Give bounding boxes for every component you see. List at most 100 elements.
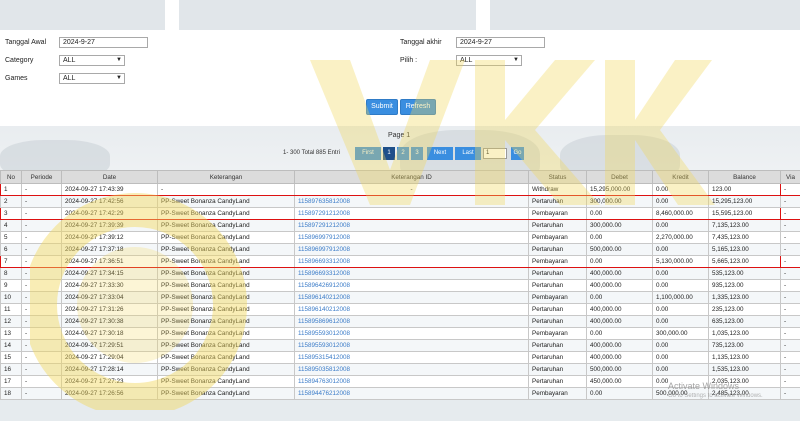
table-cell: Pertaruhan xyxy=(528,279,587,292)
first-page-button[interactable]: First xyxy=(355,147,381,160)
page-2-button[interactable]: 2 xyxy=(397,147,409,160)
category-select[interactable]: ALL ▼ xyxy=(59,55,125,66)
table-cell: - xyxy=(21,291,62,304)
table-cell: 735,123.00 xyxy=(708,339,781,352)
table-cell[interactable]: 115895869612008 xyxy=(294,315,529,328)
table-cell: PP-Sweet Bonanza CandyLand xyxy=(157,207,295,220)
table-cell[interactable]: 115897635812008 xyxy=(294,195,529,208)
refresh-button[interactable]: Refresh xyxy=(400,99,436,115)
games-label: Games xyxy=(5,75,28,82)
table-cell[interactable]: 115896997912008 xyxy=(294,243,529,256)
table-cell: Pertaruhan xyxy=(528,375,587,388)
table-cell: - xyxy=(21,195,62,208)
table-cell: - xyxy=(21,183,62,196)
table-cell: 2024-09-27 17:34:15 xyxy=(61,267,158,280)
table-cell: 0.00 xyxy=(652,363,709,376)
banner-gap xyxy=(476,0,490,30)
table-row: 6-2024-09-27 17:37:18 PP-Sweet Bonanza Ca… xyxy=(0,243,800,256)
table-cell: 5,165,123.00 xyxy=(708,243,781,256)
table-cell[interactable]: 115897291212008 xyxy=(294,219,529,232)
table-cell: 635,123.00 xyxy=(708,315,781,328)
table-cell: 0.00 xyxy=(586,327,653,340)
table-row: 7-2024-09-27 17:36:51 PP-Sweet Bonanza Ca… xyxy=(0,255,800,268)
table-cell: 400,000.00 xyxy=(586,279,653,292)
table-row: 8-2024-09-27 17:34:15 PP-Sweet Bonanza Ca… xyxy=(0,267,800,280)
table-cell[interactable]: 115896140212008 xyxy=(294,303,529,316)
table-cell: 5,130,000.00 xyxy=(652,255,709,268)
table-row: 4-2024-09-27 17:39:39 PP-Sweet Bonanza Ca… xyxy=(0,219,800,232)
table-cell: - xyxy=(21,351,62,364)
table-cell: PP-Sweet Bonanza CandyLand xyxy=(157,255,295,268)
table-cell: 16 xyxy=(0,363,22,376)
table-cell[interactable]: 115895035812008 xyxy=(294,363,529,376)
column-header: No xyxy=(0,170,22,184)
table-cell: Pertaruhan xyxy=(528,315,587,328)
tanggal-akhir-input[interactable]: 2024-9-27 xyxy=(456,37,545,48)
table-cell[interactable]: 115896693312008 xyxy=(294,255,529,268)
table-cell: 15,295,123.00 xyxy=(708,195,781,208)
table-cell: Pertaruhan xyxy=(528,351,587,364)
table-cell[interactable]: 115896140212008 xyxy=(294,291,529,304)
table-cell: - xyxy=(780,315,800,328)
table-cell[interactable]: 115895593012008 xyxy=(294,339,529,352)
table-cell: - xyxy=(780,387,800,400)
table-cell[interactable]: 115895315412008 xyxy=(294,351,529,364)
table-cell: PP-Sweet Bonanza CandyLand xyxy=(157,231,295,244)
table-cell: - xyxy=(294,183,529,196)
table-cell: - xyxy=(21,267,62,280)
table-cell: 235,123.00 xyxy=(708,303,781,316)
table-cell: - xyxy=(780,267,800,280)
page-number-input[interactable]: 1 xyxy=(483,148,507,159)
table-cell: 1 xyxy=(0,183,22,196)
table-cell: 13 xyxy=(0,327,22,340)
table-cell: PP-Sweet Bonanza CandyLand xyxy=(157,339,295,352)
table-cell: 2024-09-27 17:33:04 xyxy=(61,291,158,304)
table-cell[interactable]: 115896426912008 xyxy=(294,279,529,292)
table-cell: 2024-09-27 17:39:12 xyxy=(61,231,158,244)
table-cell: 500,000.00 xyxy=(586,363,653,376)
table-cell[interactable]: 115895593012008 xyxy=(294,327,529,340)
table-body: 1-2024-09-27 17:43:39- - Withdraw 15,295,00… xyxy=(0,183,800,400)
table-cell: 400,000.00 xyxy=(586,339,653,352)
table-cell[interactable]: 115896997912008 xyxy=(294,231,529,244)
table-cell: 123.00 xyxy=(708,183,781,196)
category-value: ALL xyxy=(63,57,76,64)
last-page-button[interactable]: Last xyxy=(455,147,481,160)
games-select[interactable]: ALL ▼ xyxy=(59,73,125,84)
category-label: Category xyxy=(5,57,34,64)
pilih-value: ALL xyxy=(460,57,473,64)
table-cell[interactable]: 115896693312008 xyxy=(294,267,529,280)
page-3-button[interactable]: 3 xyxy=(411,147,423,160)
table-cell: - xyxy=(780,195,800,208)
table-cell: - xyxy=(780,279,800,292)
pilih-select[interactable]: ALL ▼ xyxy=(456,55,522,66)
table-cell: - xyxy=(21,315,62,328)
table-cell: PP-Sweet Bonanza CandyLand xyxy=(157,327,295,340)
go-button[interactable]: Go xyxy=(511,147,524,160)
table-cell: 12 xyxy=(0,315,22,328)
table-cell: 300,000.00 xyxy=(652,327,709,340)
top-banner xyxy=(0,0,800,30)
page-1-button[interactable]: 1 xyxy=(383,147,395,160)
table-cell[interactable]: 115894476212008 xyxy=(294,387,529,400)
table-cell: 0.00 xyxy=(652,303,709,316)
table-cell: Withdraw xyxy=(528,183,587,196)
table-cell: 2024-09-27 17:26:56 xyxy=(61,387,158,400)
table-cell: - xyxy=(21,363,62,376)
table-cell: 400,000.00 xyxy=(586,303,653,316)
table-cell[interactable]: 115894763012008 xyxy=(294,375,529,388)
table-cell: Pembayaran xyxy=(528,207,587,220)
table-cell: 2024-09-27 17:27:23 xyxy=(61,375,158,388)
table-cell[interactable]: 115897291212008 xyxy=(294,207,529,220)
next-page-button[interactable]: Next xyxy=(427,147,453,160)
table-cell: 18 xyxy=(0,387,22,400)
submit-button[interactable]: Submit xyxy=(366,99,398,115)
table-cell: Pembayaran xyxy=(528,387,587,400)
table-row: 10-2024-09-27 17:33:04 PP-Sweet Bonanza C… xyxy=(0,291,800,304)
table-cell: Pembayaran xyxy=(528,255,587,268)
table-row: 12-2024-09-27 17:30:38 PP-Sweet Bonanza C… xyxy=(0,315,800,328)
table-cell: 2024-09-27 17:30:38 xyxy=(61,315,158,328)
table-cell: 1,535,123.00 xyxy=(708,363,781,376)
table-cell: 0.00 xyxy=(586,387,653,400)
tanggal-awal-input[interactable]: 2024-9-27 xyxy=(59,37,148,48)
